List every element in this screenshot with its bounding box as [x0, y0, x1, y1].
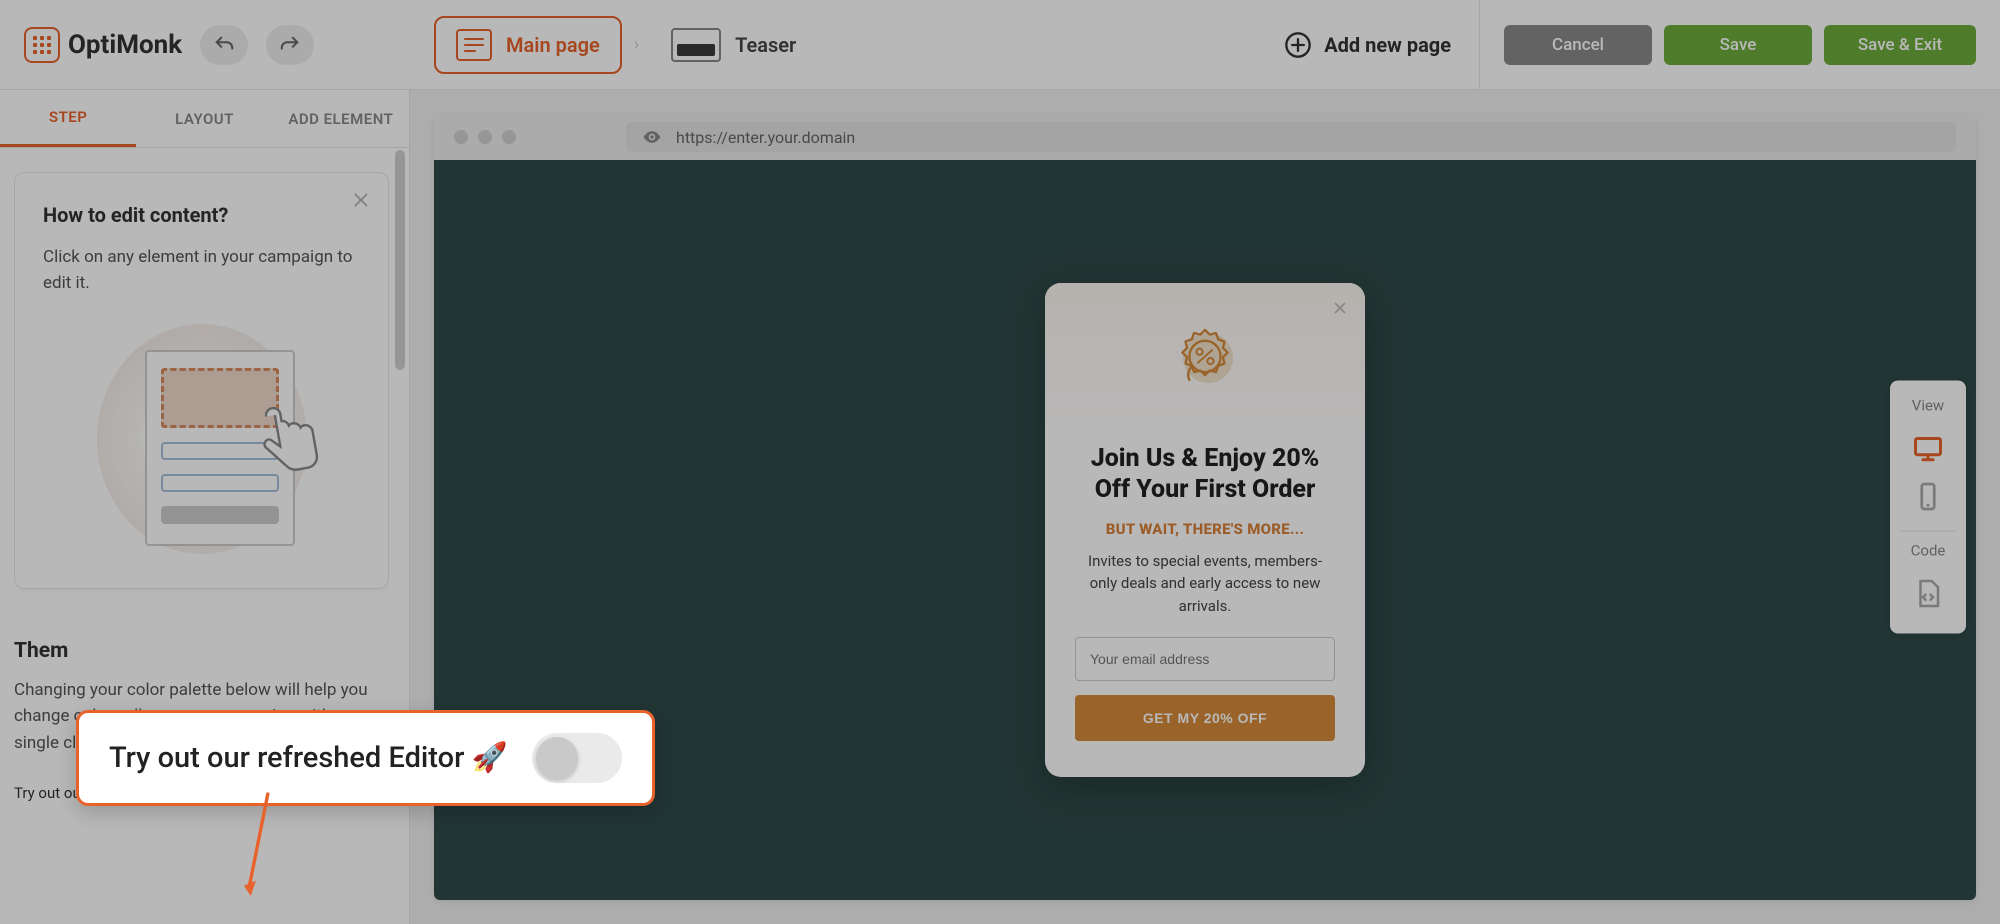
tip-body: Click on any element in your campaign to… — [43, 245, 360, 296]
try-editor-callout: Try out our refreshed Editor 🚀 — [76, 710, 655, 806]
sidebar-tabs: Step Layout Add Element — [0, 90, 409, 148]
page-chip-teaser[interactable]: Teaser — [651, 16, 816, 74]
plus-circle-icon — [1284, 31, 1312, 59]
rail-divider — [1900, 531, 1956, 532]
address-url: https://enter.your.domain — [676, 128, 855, 147]
theme-title: Them — [14, 639, 389, 663]
add-page-button[interactable]: Add new page — [1284, 31, 1451, 59]
popup-body: Join Us & Enjoy 20% Off Your First Order… — [1045, 433, 1365, 777]
page-chip-main[interactable]: Main page — [434, 16, 622, 74]
view-rail: View Code — [1890, 381, 1966, 634]
tip-illustration — [97, 324, 307, 554]
try-editor-toggle[interactable] — [532, 733, 622, 783]
undo-button[interactable] — [200, 25, 248, 65]
popup-headline: Join Us & Enjoy 20% Off Your First Order — [1075, 443, 1335, 506]
view-mobile-button[interactable] — [1906, 475, 1950, 519]
scrollbar-thumb[interactable] — [395, 150, 405, 370]
popup-close-button[interactable] — [1331, 299, 1349, 321]
callout-text: Try out our refreshed Editor 🚀 — [109, 741, 508, 775]
logo-mark-icon — [24, 27, 60, 63]
popup-description: Invites to special events, members-only … — [1075, 550, 1335, 618]
popup-preview[interactable]: Join Us & Enjoy 20% Off Your First Order… — [1045, 283, 1365, 777]
close-icon — [350, 189, 372, 211]
tip-card: How to edit content? Click on any elemen… — [14, 172, 389, 589]
brand-logo[interactable]: OptiMonk — [24, 27, 182, 63]
view-rail-code-label: Code — [1911, 542, 1946, 560]
desktop-icon — [1913, 434, 1943, 464]
logo-dots-icon — [33, 36, 51, 54]
view-rail-view-label: View — [1912, 397, 1944, 415]
page-main-label: Main page — [506, 33, 600, 57]
preview-browser: https://enter.your.domain — [434, 114, 1976, 900]
browser-chrome: https://enter.your.domain — [434, 114, 1976, 160]
tab-layout[interactable]: Layout — [136, 90, 272, 147]
window-dot-icon — [478, 130, 492, 144]
popup-email-input[interactable] — [1075, 637, 1335, 681]
code-file-icon — [1913, 579, 1943, 609]
add-page-label: Add new page — [1324, 33, 1451, 57]
view-code-button[interactable] — [1906, 572, 1950, 616]
address-bar[interactable]: https://enter.your.domain — [626, 122, 1956, 152]
toolbar-left: OptiMonk — [0, 25, 410, 65]
page-switcher: Main page › Teaser Add new page — [410, 16, 1479, 74]
discount-badge-icon — [1166, 319, 1244, 397]
mobile-icon — [1913, 482, 1943, 512]
tip-close-button[interactable] — [350, 189, 372, 215]
tab-add-element[interactable]: Add Element — [273, 90, 409, 147]
chevron-right-icon: › — [634, 34, 639, 55]
brand-name: OptiMonk — [68, 30, 182, 60]
toolbar-right: Cancel Save Save & Exit — [1479, 0, 2000, 89]
page-teaser-label: Teaser — [735, 33, 796, 57]
close-icon — [1331, 299, 1349, 317]
popup-subhead: BUT WAIT, THERE'S MORE... — [1075, 520, 1335, 538]
undo-icon — [213, 34, 235, 56]
view-desktop-button[interactable] — [1906, 427, 1950, 471]
preview-viewport[interactable]: Join Us & Enjoy 20% Off Your First Order… — [434, 160, 1976, 900]
tab-step[interactable]: Step — [0, 90, 136, 147]
tip-title: How to edit content? — [43, 203, 360, 227]
popup-hero — [1045, 283, 1365, 433]
top-toolbar: OptiMonk Main page › Teaser Add new page… — [0, 0, 2000, 90]
popup-cta-button[interactable]: GET MY 20% OFF — [1075, 695, 1335, 741]
window-dot-icon — [502, 130, 516, 144]
toggle-knob-icon — [536, 737, 578, 779]
window-dot-icon — [454, 130, 468, 144]
save-button[interactable]: Save — [1664, 25, 1812, 65]
redo-button[interactable] — [266, 25, 314, 65]
page-main-icon — [456, 29, 492, 61]
cancel-button[interactable]: Cancel — [1504, 25, 1652, 65]
redo-icon — [279, 34, 301, 56]
hand-pointer-icon — [238, 390, 331, 483]
page-teaser-icon — [671, 28, 721, 62]
eye-icon — [642, 127, 662, 147]
save-exit-button[interactable]: Save & Exit — [1824, 25, 1976, 65]
